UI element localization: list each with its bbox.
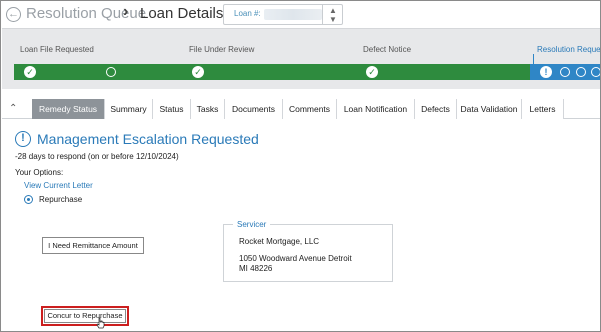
stage-label-loan-file-requested: Loan File Requested xyxy=(20,45,94,54)
servicer-name: Rocket Mortgage, LLC xyxy=(239,237,320,246)
tab-documents[interactable]: Documents xyxy=(225,99,283,119)
loan-number-value[interactable] xyxy=(264,9,322,20)
response-deadline: -28 days to respond (on or before 12/10/… xyxy=(15,152,179,161)
stage-label-defect-notice: Defect Notice xyxy=(363,45,412,54)
tab-loan-notification[interactable]: Loan Notification xyxy=(337,99,415,119)
check-icon: ✓ xyxy=(192,66,204,78)
tab-tasks[interactable]: Tasks xyxy=(191,99,225,119)
concur-to-repurchase-button[interactable]: Concur to Repurchase xyxy=(44,309,126,323)
tab-letters[interactable]: Letters xyxy=(522,99,564,119)
milestone-ring-icon xyxy=(591,67,600,77)
hand-cursor-icon xyxy=(96,317,105,329)
app-window: ← Resolution Queue › Loan Details Loan #… xyxy=(0,0,601,332)
up-down-stepper-icon[interactable]: ▲ ▼ xyxy=(322,5,343,24)
servicer-legend: Servicer xyxy=(233,220,271,229)
loan-number-label: Loan #: xyxy=(234,9,261,18)
alert-circle-icon: ! xyxy=(15,131,31,147)
options-label: Your Options: xyxy=(15,168,64,177)
milestone-ring-icon xyxy=(560,67,570,77)
alert-icon: ! xyxy=(540,66,552,78)
breadcrumb-separator-icon: › xyxy=(123,3,129,20)
active-stage-marker xyxy=(533,54,534,64)
tab-defects[interactable]: Defects xyxy=(415,99,457,119)
check-icon: ✓ xyxy=(24,66,36,78)
repurchase-radio-label[interactable]: Repurchase xyxy=(39,195,82,204)
chevron-up-icon[interactable]: ⌃ xyxy=(9,103,17,114)
tab-status[interactable]: Status xyxy=(153,99,191,119)
stage-label-resolution-request: Resolution Request xyxy=(537,45,601,54)
repurchase-radio[interactable] xyxy=(24,195,33,204)
progress-complete-bar xyxy=(14,64,530,80)
tab-remedy-status[interactable]: Remedy Status xyxy=(32,99,105,119)
check-icon: ✓ xyxy=(366,66,378,78)
back-arrow-icon[interactable]: ← xyxy=(6,7,21,22)
loan-number-selector[interactable]: Loan #: ▲ ▼ xyxy=(223,4,343,25)
page-header: ← Resolution Queue › Loan Details Loan #… xyxy=(2,2,600,28)
milestone-ring-icon xyxy=(576,67,586,77)
tab-data-validation[interactable]: Data Validation xyxy=(457,99,522,119)
view-current-letter-link[interactable]: View Current Letter xyxy=(24,181,93,190)
tab-summary[interactable]: Summary xyxy=(105,99,153,119)
page-title: Loan Details xyxy=(140,5,224,22)
tab-comments[interactable]: Comments xyxy=(283,99,337,119)
remittance-amount-button[interactable]: I Need Remittance Amount xyxy=(42,237,144,254)
detail-tabs: ⌃ Remedy Status Summary Status Tasks Doc… xyxy=(2,99,600,119)
servicer-address: 1050 Woodward Avenue Detroit MI 48226 xyxy=(239,254,352,273)
milestone-ring-icon xyxy=(106,67,116,77)
workflow-progress: Loan File Requested File Under Review De… xyxy=(2,28,600,89)
progress-tracker: ✓ ✓ ✓ ! xyxy=(14,64,600,80)
status-title: Management Escalation Requested xyxy=(37,131,259,147)
stage-label-file-under-review: File Under Review xyxy=(189,45,255,54)
